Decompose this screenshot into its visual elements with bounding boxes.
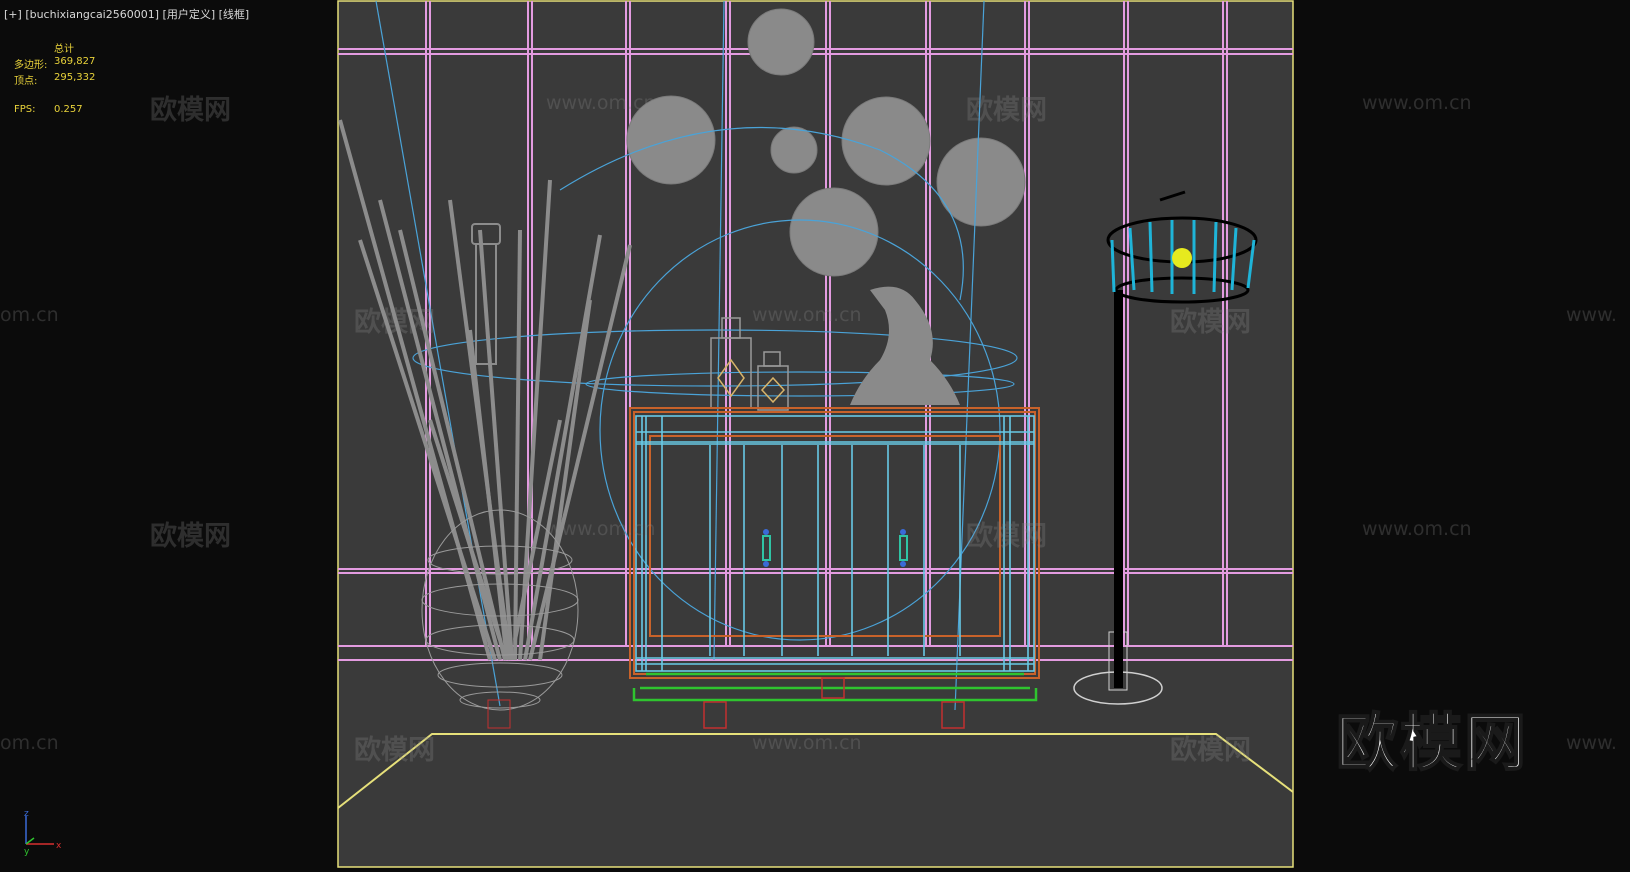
axis-x-label: x	[56, 841, 62, 851]
watermark-site: www.om.cn	[752, 304, 862, 326]
viewport-camera-label[interactable]: [buchixiangcai2560001]	[25, 8, 159, 21]
viewport-view-mode[interactable]: [用户定义]	[163, 8, 216, 21]
watermark-brand: 欧模网	[150, 95, 231, 126]
viewport-shading-mode[interactable]: [线框]	[219, 8, 250, 21]
watermark-brand: 欧模网	[150, 521, 231, 552]
stats-header: 总计	[54, 44, 74, 55]
watermark-site: www.om.cn	[752, 732, 862, 754]
stats-polygons-value: 369,827	[54, 56, 96, 67]
watermark-site: www.om.cn	[546, 518, 656, 540]
watermark-brand: 欧模网	[1170, 307, 1251, 338]
watermark-site: www.om.cn	[546, 92, 656, 114]
watermark-site: www.om.cn	[1362, 92, 1472, 114]
watermark-site: www.	[1566, 732, 1617, 754]
watermark-site: www.om.cn	[1362, 518, 1472, 540]
watermark-site: om.cn	[0, 304, 59, 326]
axis-gizmo-icon: z y x	[24, 809, 62, 857]
stats-vertices-label: 顶点:	[14, 76, 38, 87]
watermark-site: www.	[1566, 304, 1617, 326]
watermark-site: om.cn	[0, 732, 59, 754]
watermark-brand: 欧模网	[1170, 735, 1251, 766]
watermark-brand: 欧模网	[354, 307, 435, 338]
brand-logo-watermark: 欧模网	[1335, 705, 1529, 780]
watermark-brand: 欧模网	[966, 521, 1047, 552]
watermark-brand: 欧模网	[966, 95, 1047, 126]
axis-y-label: y	[24, 847, 30, 856]
viewport-menu-plus[interactable]: [+]	[4, 8, 22, 21]
axis-gizmo: z y x	[14, 806, 64, 857]
stats-vertices-value: 295,332	[54, 72, 96, 83]
stats-fps-value: 0.257	[54, 104, 83, 115]
viewport-label[interactable]: [+] [buchixiangcai2560001] [用户定义] [线框]	[4, 6, 249, 22]
axis-z-label: z	[24, 809, 29, 819]
stats-polygons-label: 多边形:	[14, 60, 48, 71]
watermark-brand: 欧模网	[354, 735, 435, 766]
stats-fps-label: FPS:	[14, 104, 36, 115]
